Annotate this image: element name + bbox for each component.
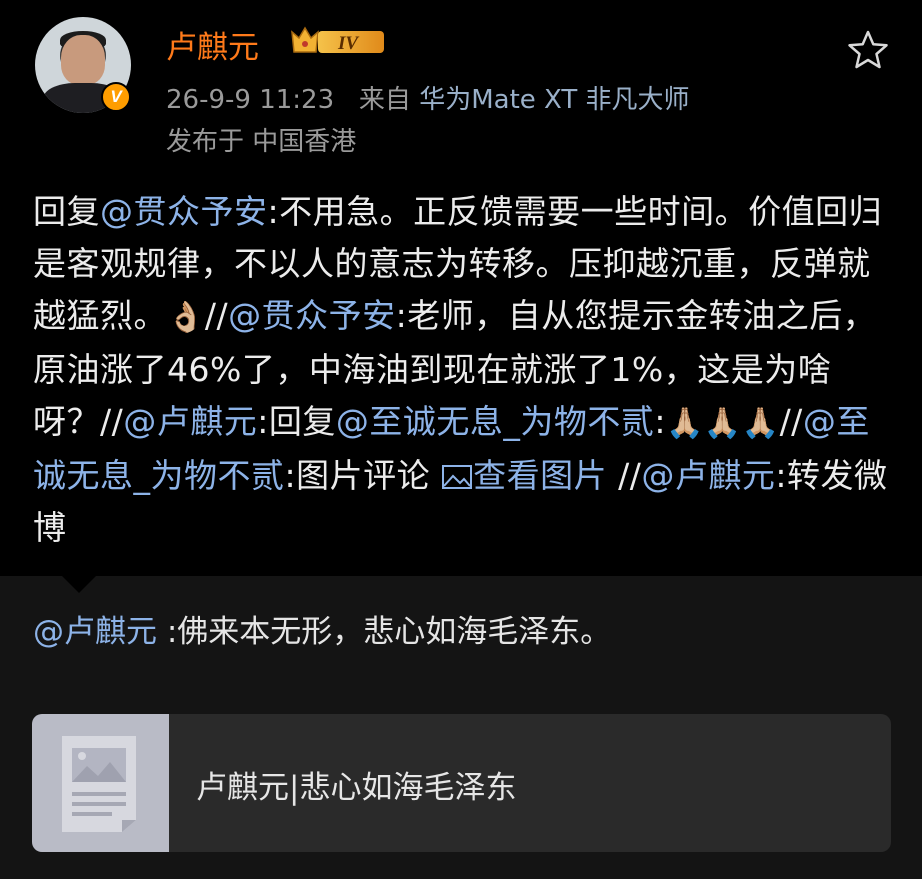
content-text: :图片评论	[284, 456, 442, 495]
content-text: 回复	[33, 192, 100, 231]
mention-link[interactable]: @卢麒元	[641, 456, 775, 495]
retweet-pointer	[62, 576, 96, 593]
content-text: :	[654, 402, 666, 441]
article-thumbnail	[32, 714, 169, 852]
content-text: //	[607, 456, 642, 495]
mention-link[interactable]: @贯众予安	[228, 296, 396, 335]
post-timestamp: 26-9-9 11:23	[166, 85, 335, 115]
mention-link[interactable]: @至诚无息_为物不贰	[336, 402, 655, 441]
verified-v-icon: V	[101, 82, 131, 112]
author-name[interactable]: 卢麒元	[166, 22, 259, 67]
content-text: :回复	[257, 402, 336, 441]
original-post-text: @卢麒元 :佛来本无形，悲心如海毛泽东。	[33, 606, 611, 651]
article-thumbnail-icon	[62, 736, 136, 832]
emoji: 👌🏼	[167, 300, 205, 335]
source-device[interactable]: 华为Mate XT 非凡大师	[419, 85, 689, 115]
content-text: //	[779, 402, 803, 441]
emoji: 🙏🏼🙏🏼🙏🏼	[666, 406, 780, 441]
image-icon	[442, 465, 473, 489]
crown-level-icon: IV	[291, 26, 384, 54]
post-meta: 26-9-9 11:23 来自 华为Mate XT 非凡大师	[166, 79, 690, 116]
original-author-mention[interactable]: @卢麒元	[33, 614, 157, 650]
star-outline-icon[interactable]	[846, 28, 890, 72]
mention-link[interactable]: @卢麒元	[123, 402, 257, 441]
original-text: :佛来本无形，悲心如海毛泽东。	[157, 614, 612, 650]
mention-link[interactable]: @贯众予安	[100, 192, 268, 231]
post-content: 回复@贯众予安:不用急。正反馈需要一些时间。价值回归是客观规律，不以人的意志为转…	[33, 186, 893, 554]
avatar-face	[61, 35, 105, 85]
post-location: 发布于 中国香港	[166, 127, 357, 157]
level-badge-text: IV	[337, 33, 359, 54]
article-card[interactable]: 卢麒元|悲心如海毛泽东	[32, 714, 891, 852]
view-image-link[interactable]: 查看图片	[473, 456, 607, 495]
content-text: //	[204, 296, 229, 335]
source-prefix: 来自	[358, 85, 411, 115]
article-title: 卢麒元|悲心如海毛泽东	[196, 770, 517, 806]
